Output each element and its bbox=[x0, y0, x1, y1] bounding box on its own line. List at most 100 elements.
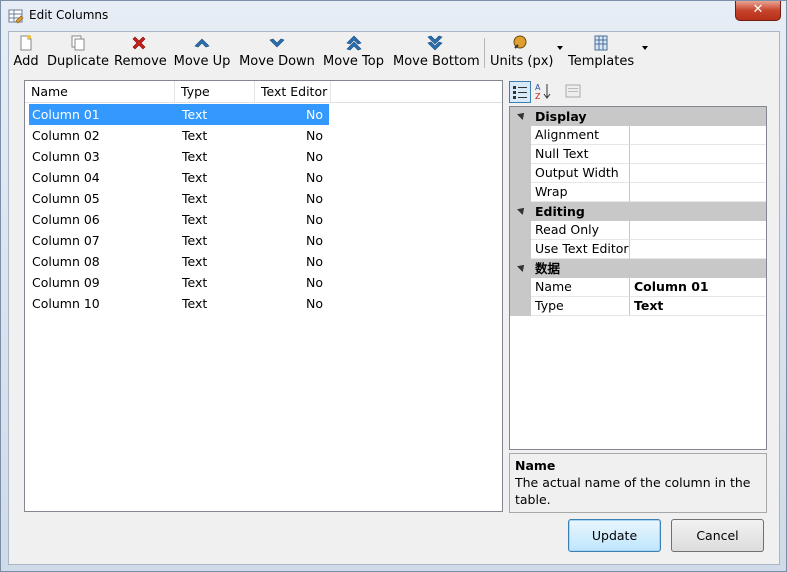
property-row[interactable]: Type Text bbox=[510, 297, 766, 316]
cell-type: Text bbox=[182, 149, 208, 164]
property-gutter bbox=[510, 164, 531, 183]
property-row[interactable]: Null Text bbox=[510, 145, 766, 164]
cell-type: Text bbox=[182, 170, 208, 185]
table-row[interactable]: Column 06 Text No bbox=[29, 209, 329, 230]
update-button[interactable]: Update bbox=[568, 519, 661, 552]
cell-editor: No bbox=[306, 107, 323, 122]
cell-type: Text bbox=[182, 233, 208, 248]
property-value[interactable]: Text bbox=[630, 297, 766, 316]
header-name[interactable]: Name bbox=[25, 81, 175, 103]
property-row[interactable]: Use Text Editor bbox=[510, 240, 766, 259]
property-row[interactable]: Name Column 01 bbox=[510, 278, 766, 297]
collapse-triangle-icon[interactable] bbox=[517, 262, 527, 272]
edit-columns-window: Edit Columns ✕ Add Duplicate Remove Move… bbox=[0, 0, 787, 572]
property-row[interactable]: Read Only bbox=[510, 221, 766, 240]
add-label: Add bbox=[13, 54, 39, 69]
templates-dropdown-arrow[interactable] bbox=[642, 46, 648, 50]
alphabetical-view-button[interactable]: A Z bbox=[533, 81, 555, 103]
property-name: Read Only bbox=[531, 221, 630, 240]
cell-editor: No bbox=[306, 233, 323, 248]
property-value[interactable] bbox=[630, 221, 766, 240]
cell-name: Column 02 bbox=[32, 128, 100, 143]
add-button[interactable]: Add bbox=[11, 34, 41, 70]
table-row[interactable]: Column 09 Text No bbox=[29, 272, 329, 293]
table-row[interactable]: Column 05 Text No bbox=[29, 188, 329, 209]
templates-dropdown[interactable]: Templates bbox=[568, 34, 634, 70]
columns-grid[interactable]: Name Type Text Editor Column 01 Text No Col… bbox=[24, 80, 503, 512]
duplicate-button[interactable]: Duplicate bbox=[47, 34, 109, 70]
cell-editor: No bbox=[306, 128, 323, 143]
property-name: Output Width bbox=[531, 164, 630, 183]
close-button[interactable]: ✕ bbox=[735, 1, 781, 21]
property-gutter bbox=[510, 221, 531, 240]
cancel-button[interactable]: Cancel bbox=[671, 519, 764, 552]
property-pages-button[interactable] bbox=[563, 81, 585, 103]
property-row[interactable]: Wrap bbox=[510, 183, 766, 202]
move-down-button[interactable]: Move Down bbox=[239, 34, 315, 70]
table-row[interactable]: Column 03 Text No bbox=[29, 146, 329, 167]
cell-editor: No bbox=[306, 170, 323, 185]
property-description: Name The actual name of the column in th… bbox=[509, 453, 767, 513]
table-row[interactable]: Column 04 Text No bbox=[29, 167, 329, 188]
move-up-button[interactable]: Move Up bbox=[172, 34, 232, 70]
cell-name: Column 09 bbox=[32, 275, 100, 290]
header-text-editor[interactable]: Text Editor bbox=[255, 81, 331, 103]
property-pages-icon bbox=[565, 84, 581, 98]
property-row[interactable]: Output Width bbox=[510, 164, 766, 183]
property-value[interactable] bbox=[630, 240, 766, 259]
cell-type: Text bbox=[182, 254, 208, 269]
property-name: Use Text Editor bbox=[531, 240, 630, 259]
property-value[interactable]: Column 01 bbox=[630, 278, 766, 297]
templates-grid-icon bbox=[594, 35, 608, 51]
table-row[interactable]: Column 01 Text No bbox=[29, 104, 329, 125]
category-label: 数据 bbox=[535, 261, 561, 276]
property-gutter bbox=[510, 240, 531, 259]
table-row[interactable]: Column 02 Text No bbox=[29, 125, 329, 146]
dialog-body: Add Duplicate Remove Move Up Move Down M… bbox=[8, 31, 780, 565]
cell-editor: No bbox=[306, 149, 323, 164]
property-category[interactable]: Display bbox=[510, 107, 766, 126]
property-gutter bbox=[510, 278, 531, 297]
property-gutter bbox=[510, 145, 531, 164]
property-value[interactable] bbox=[630, 145, 766, 164]
copy-icon bbox=[71, 35, 85, 51]
categorized-icon bbox=[513, 86, 527, 99]
table-row[interactable]: Column 08 Text No bbox=[29, 251, 329, 272]
property-gutter bbox=[510, 297, 531, 316]
property-category[interactable]: 数据 bbox=[510, 259, 766, 278]
property-value[interactable] bbox=[630, 126, 766, 145]
cell-type: Text bbox=[182, 275, 208, 290]
double-chevron-up-icon bbox=[345, 35, 362, 51]
move-top-label: Move Top bbox=[323, 54, 384, 69]
units-dropdown-arrow[interactable] bbox=[557, 46, 563, 50]
property-gutter bbox=[510, 126, 531, 145]
units-dropdown[interactable]: Units (px) bbox=[490, 34, 553, 70]
collapse-triangle-icon[interactable] bbox=[517, 110, 527, 120]
duplicate-label: Duplicate bbox=[47, 54, 109, 69]
property-category[interactable]: Editing bbox=[510, 202, 766, 221]
description-text: The actual name of the column in the tab… bbox=[515, 475, 751, 507]
category-label: Editing bbox=[535, 204, 585, 219]
cell-editor: No bbox=[306, 212, 323, 227]
collapse-triangle-icon[interactable] bbox=[517, 205, 527, 215]
property-row[interactable]: Alignment bbox=[510, 126, 766, 145]
table-row[interactable]: Column 07 Text No bbox=[29, 230, 329, 251]
property-value[interactable] bbox=[630, 164, 766, 183]
table-row[interactable]: Column 10 Text No bbox=[29, 293, 329, 314]
categorized-view-button[interactable] bbox=[509, 81, 531, 103]
property-grid[interactable]: Display Alignment Null Text Output Width Wra… bbox=[509, 106, 767, 450]
cell-name: Column 05 bbox=[32, 191, 100, 206]
cell-name: Column 10 bbox=[32, 296, 100, 311]
property-grid-toolbar: A Z bbox=[509, 80, 767, 104]
property-gutter bbox=[510, 183, 531, 202]
property-name: Wrap bbox=[531, 183, 630, 202]
remove-button[interactable]: Remove bbox=[114, 34, 167, 70]
header-type[interactable]: Type bbox=[175, 81, 255, 103]
move-bottom-button[interactable]: Move Bottom bbox=[393, 34, 480, 70]
cell-editor: No bbox=[306, 275, 323, 290]
title-bar[interactable]: Edit Columns ✕ bbox=[1, 1, 786, 31]
cell-name: Column 08 bbox=[32, 254, 100, 269]
property-value[interactable] bbox=[630, 183, 766, 202]
move-top-button[interactable]: Move Top bbox=[322, 34, 385, 70]
cell-type: Text bbox=[182, 212, 208, 227]
